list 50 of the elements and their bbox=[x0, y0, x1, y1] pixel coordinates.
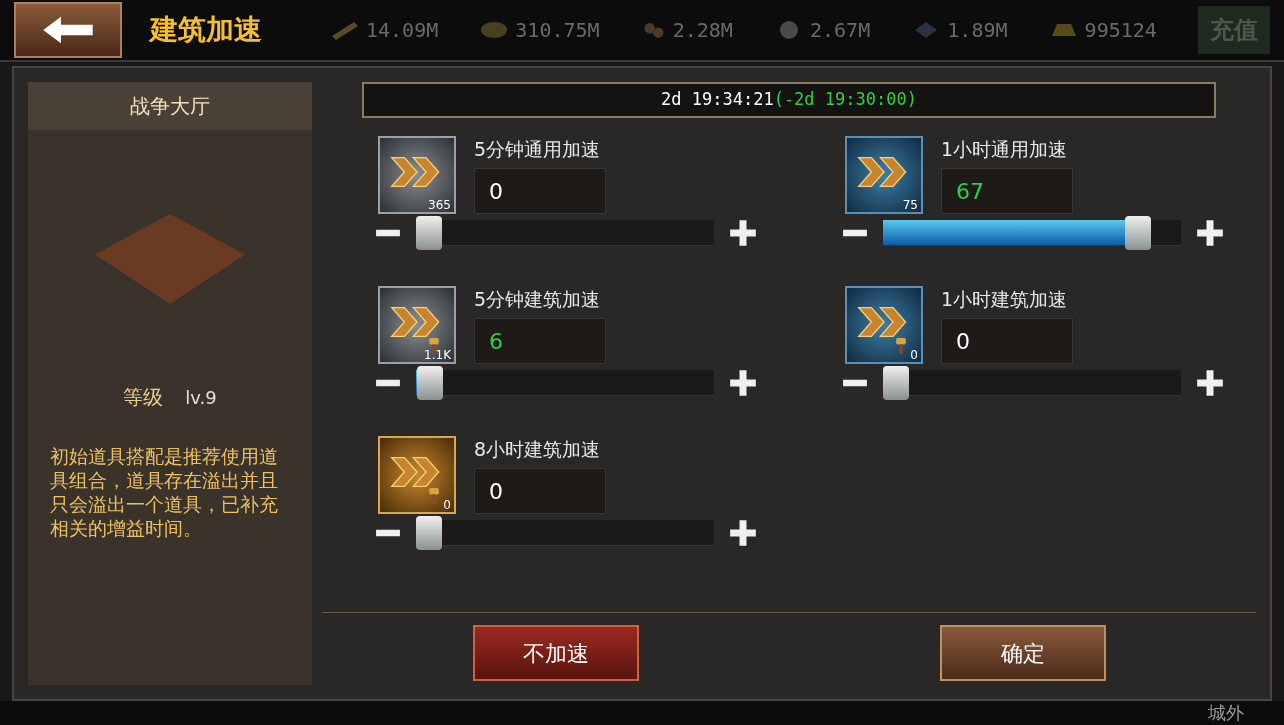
location-label: 城外 bbox=[1208, 704, 1244, 722]
plus-button[interactable] bbox=[728, 218, 758, 248]
slider-thumb[interactable] bbox=[416, 516, 442, 550]
item-count: 0 bbox=[443, 499, 451, 511]
item-count: 0 bbox=[910, 349, 918, 361]
slider-thumb[interactable] bbox=[417, 366, 444, 400]
quantity-field[interactable]: 67 bbox=[941, 168, 1073, 214]
resource-amount: 995124 bbox=[1084, 17, 1157, 44]
cancel-button[interactable]: 不加速 bbox=[472, 625, 639, 681]
plus-icon bbox=[1196, 369, 1224, 397]
item-name: 5分钟通用加速 bbox=[474, 137, 602, 162]
quantity-field[interactable]: 6 bbox=[474, 318, 606, 364]
slider-thumb[interactable] bbox=[883, 366, 909, 400]
item-count: 1.1K bbox=[424, 349, 451, 361]
item-count: 75 bbox=[902, 199, 918, 211]
plus-button[interactable] bbox=[1195, 368, 1225, 398]
level-label: 等级 bbox=[123, 384, 164, 411]
plus-button[interactable] bbox=[728, 518, 758, 548]
plus-icon bbox=[1196, 219, 1224, 247]
plus-button[interactable] bbox=[728, 368, 758, 398]
resource-amount: 2.28M bbox=[672, 17, 733, 44]
resource-amount: 310.75M bbox=[515, 17, 600, 44]
plus-icon bbox=[729, 519, 757, 547]
item-count: 365 bbox=[428, 199, 451, 211]
time-reduction: (-2d 19:30:00) bbox=[773, 88, 917, 112]
page-title: 建筑加速 bbox=[150, 12, 263, 48]
slider-thumb[interactable] bbox=[1125, 216, 1152, 250]
quantity-field[interactable]: 0 bbox=[474, 468, 606, 514]
note-text: 初始道具搭配是推荐使用道具组合，道具存在溢出并且只会溢出一个道具，已补充相关的增益时间。 bbox=[49, 444, 279, 540]
quantity-field[interactable]: 0 bbox=[474, 168, 606, 214]
back-arrow-icon bbox=[41, 15, 95, 45]
resource-amount: 2.67M bbox=[810, 17, 871, 44]
quantity-field[interactable]: 0 bbox=[941, 318, 1073, 364]
item-name: 5分钟建筑加速 bbox=[474, 287, 602, 312]
building-name-header: 战争大厅 bbox=[28, 82, 312, 130]
item-name: 1小时建筑加速 bbox=[941, 287, 1069, 312]
item-name: 1小时通用加速 bbox=[941, 137, 1069, 162]
plus-button[interactable] bbox=[1195, 218, 1225, 248]
slider-thumb[interactable] bbox=[416, 216, 442, 250]
remaining-time: 2d 19:34:21 bbox=[661, 88, 774, 112]
grain-icon bbox=[479, 19, 510, 41]
resource-amount: 1.89M bbox=[947, 17, 1008, 44]
level-value: lv.9 bbox=[185, 385, 217, 410]
plus-icon bbox=[729, 219, 757, 247]
back-button[interactable] bbox=[14, 2, 122, 58]
plus-icon bbox=[729, 369, 757, 397]
confirm-button[interactable]: 确定 bbox=[939, 625, 1106, 681]
log-icon bbox=[330, 19, 360, 41]
resource-amount: 14.09M bbox=[366, 17, 439, 44]
item-name: 8小时建筑加速 bbox=[474, 437, 602, 462]
